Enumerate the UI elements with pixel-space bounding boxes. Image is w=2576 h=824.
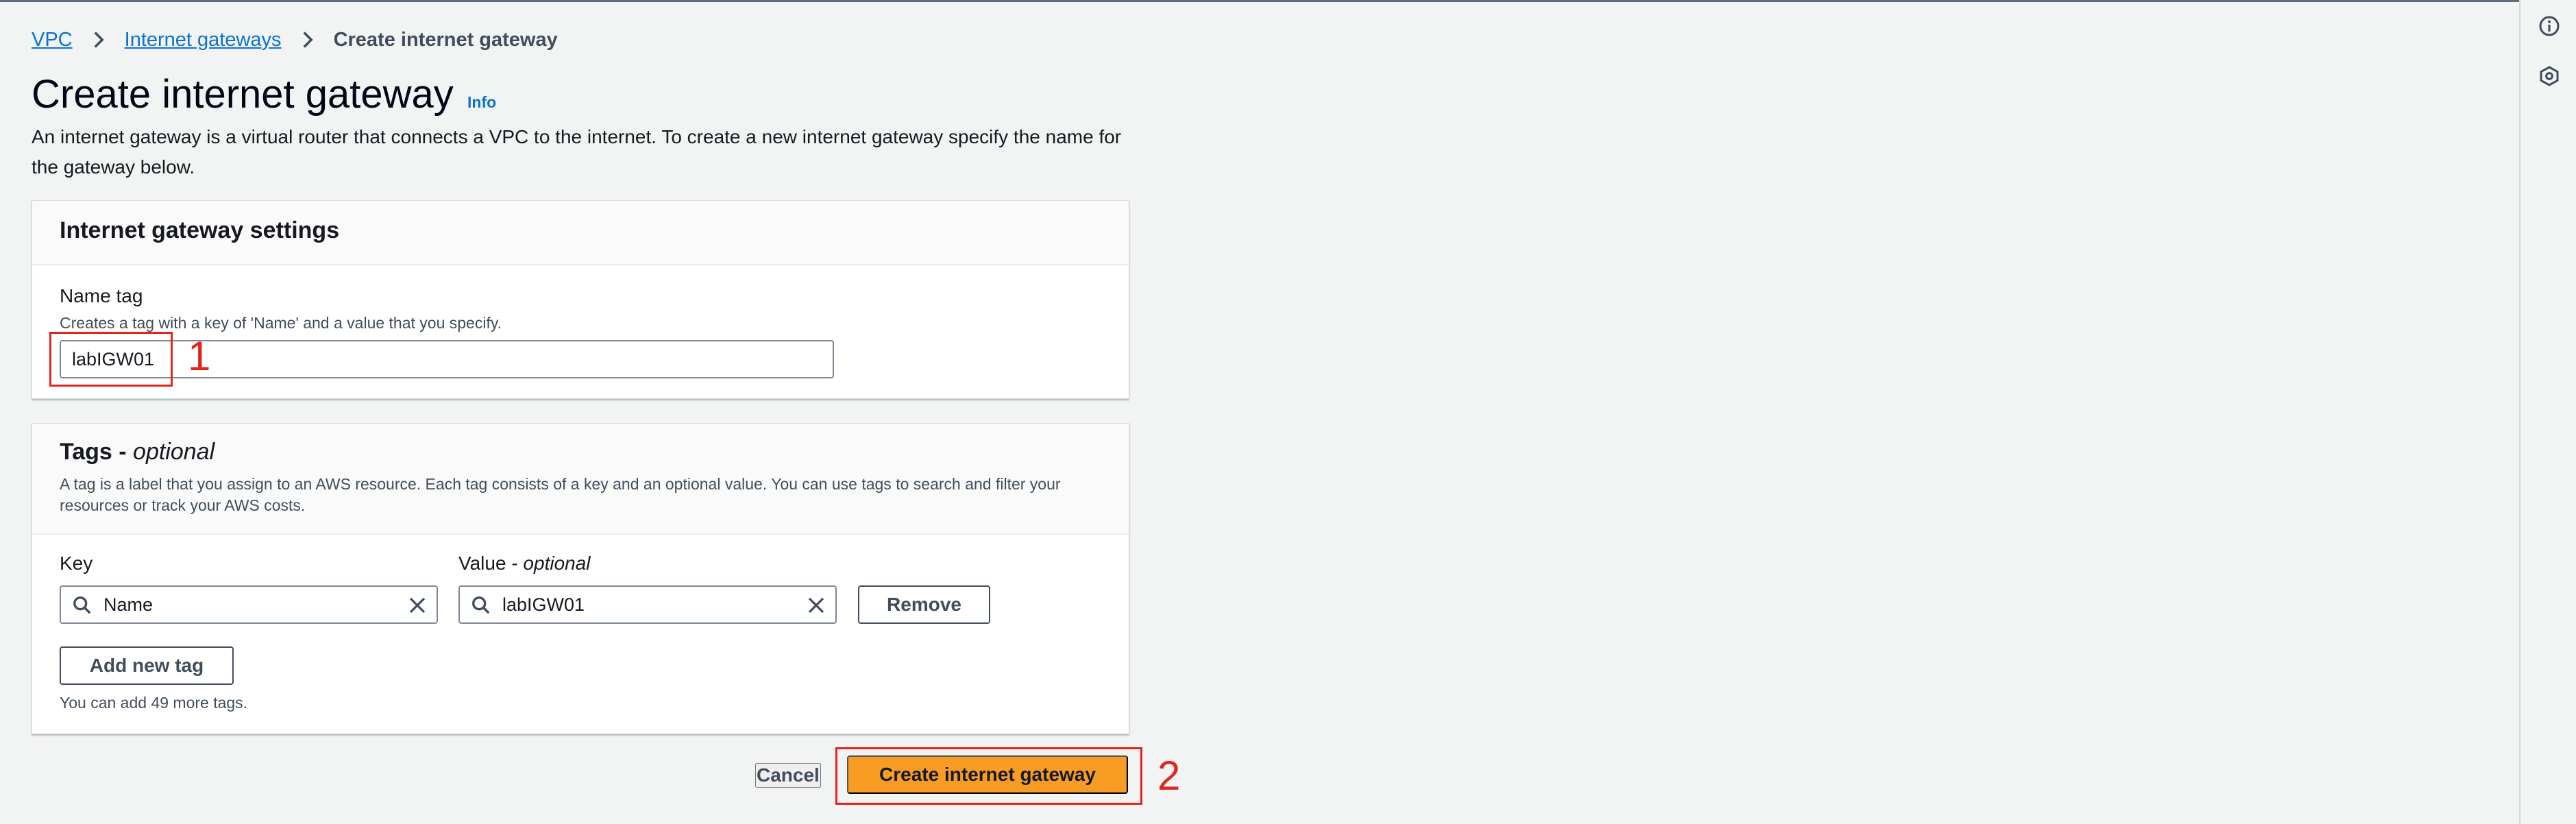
tags-title-optional: optional	[133, 439, 215, 465]
tags-remaining-hint: You can add 49 more tags.	[60, 694, 248, 712]
remove-tag-button[interactable]: Remove	[858, 585, 990, 624]
close-icon[interactable]	[805, 594, 827, 616]
panel-title: Internet gateway settings	[60, 217, 340, 243]
info-link[interactable]: Info	[467, 93, 496, 112]
breadcrumb: VPC Internet gateways Create internet ga…	[32, 27, 558, 52]
value-label-optional: optional	[523, 553, 591, 574]
chevron-right-icon	[303, 32, 313, 48]
tag-key-input[interactable]: Name	[60, 585, 438, 624]
info-icon[interactable]	[2538, 15, 2560, 37]
page-description: An internet gateway is a virtual router …	[32, 126, 1122, 178]
page-title: Create internet gateway	[32, 72, 454, 117]
name-tag-label: Name tag	[60, 285, 143, 306]
hexagon-settings-icon[interactable]	[2538, 65, 2560, 87]
tag-value-value: labIGW01	[502, 594, 585, 615]
search-icon	[472, 596, 490, 614]
breadcrumb-link-internet-gateways[interactable]: Internet gateways	[125, 29, 282, 51]
value-label-text: Value -	[458, 553, 524, 574]
tag-value-input[interactable]: labIGW01	[458, 585, 837, 624]
breadcrumb-current: Create internet gateway	[333, 28, 558, 51]
close-icon[interactable]	[406, 594, 428, 616]
key-label: Key	[60, 553, 93, 574]
panel-header: Tags - optional A tag is a label that yo…	[32, 424, 1129, 535]
annotation-number-1: 1	[188, 333, 211, 379]
panel-header: Internet gateway settings	[32, 201, 1129, 265]
annotation-box-1	[49, 332, 173, 387]
annotation-number-2: 2	[1157, 753, 1181, 799]
search-icon	[73, 596, 91, 614]
add-new-tag-button[interactable]: Add new tag	[60, 646, 234, 685]
top-border	[0, 0, 2576, 2]
right-tools-rail	[2519, 0, 2576, 824]
tags-description: A tag is a label that you assign to an A…	[60, 475, 1061, 514]
annotation-box-2	[835, 747, 1142, 805]
breadcrumb-link-vpc[interactable]: VPC	[32, 29, 73, 51]
chevron-right-icon	[94, 32, 104, 48]
name-tag-input[interactable]: labIGW01	[60, 340, 834, 378]
cancel-button[interactable]: Cancel	[755, 763, 821, 788]
panel-title: Tags - optional	[60, 439, 214, 465]
name-tag-hint: Creates a tag with a key of 'Name' and a…	[60, 314, 502, 332]
value-label: Value - optional	[458, 553, 591, 574]
tags-title: Tags -	[60, 439, 134, 465]
tags-panel: Tags - optional A tag is a label that yo…	[32, 423, 1129, 734]
tag-key-value: Name	[103, 594, 154, 615]
